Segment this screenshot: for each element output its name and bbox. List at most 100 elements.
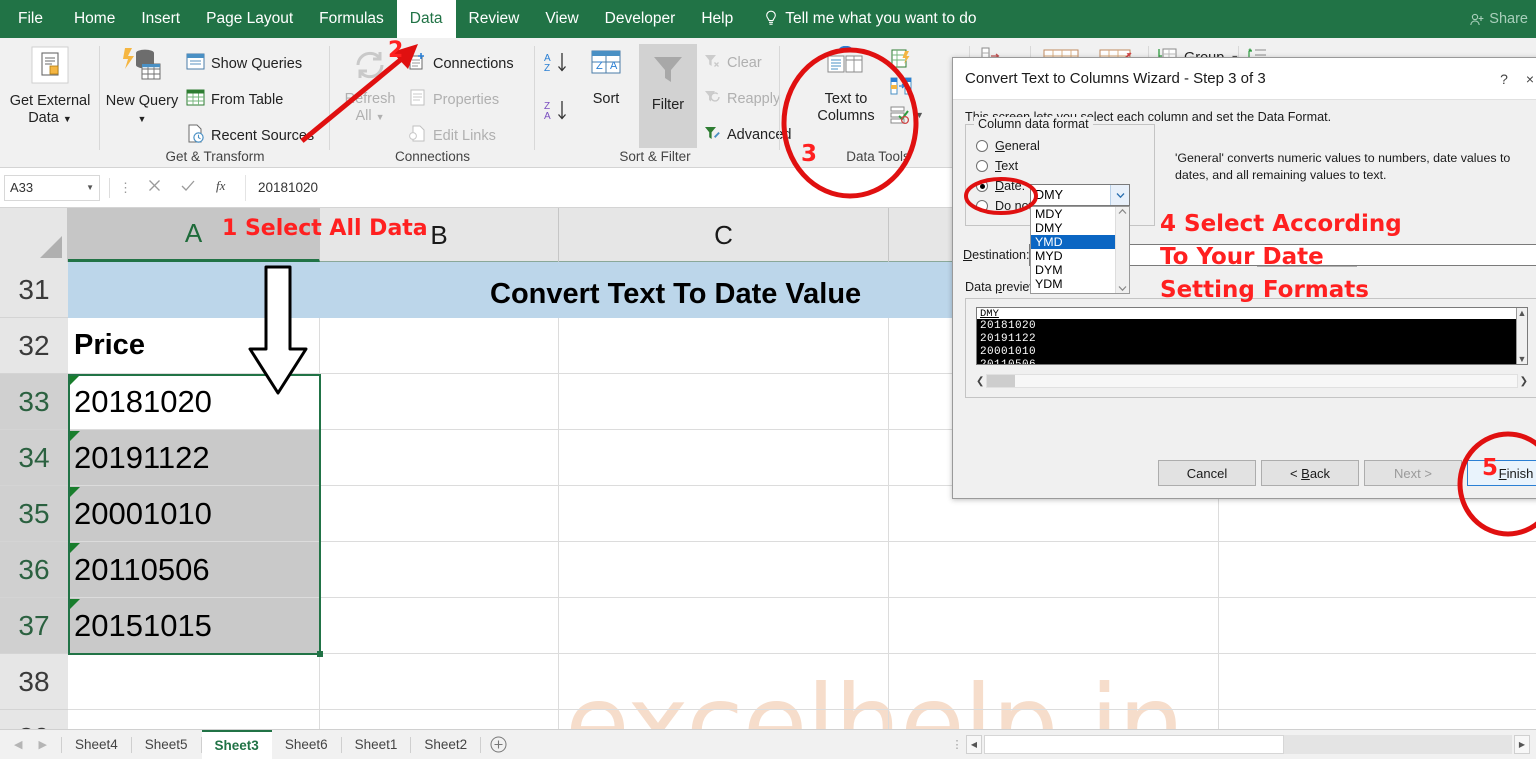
dropdown-option-ydm[interactable]: YDM: [1031, 277, 1115, 291]
preview-column-header[interactable]: DMY: [977, 308, 1527, 320]
cell-b33[interactable]: [320, 374, 559, 429]
row-header-34[interactable]: 34: [0, 430, 68, 486]
next-button[interactable]: Next >: [1364, 460, 1462, 486]
tab-view[interactable]: View: [532, 0, 591, 38]
cell-c33[interactable]: [559, 374, 889, 429]
sheet-tab-sheet2[interactable]: Sheet2: [411, 730, 480, 759]
name-box[interactable]: A33 ▼: [4, 174, 100, 201]
cell-a35[interactable]: 20001010: [68, 486, 320, 541]
clear-filter-button[interactable]: Clear: [703, 52, 762, 74]
cell-d38[interactable]: [889, 654, 1219, 709]
insert-function-icon[interactable]: fx: [215, 178, 231, 198]
cell-b34[interactable]: [320, 430, 559, 485]
cell-c32[interactable]: [559, 318, 889, 373]
tab-insert[interactable]: Insert: [128, 0, 193, 38]
hscroll-thumb[interactable]: [984, 735, 1284, 754]
recent-sources-button[interactable]: Recent Sources: [186, 124, 314, 147]
sheet-tab-sheet5[interactable]: Sheet5: [132, 730, 201, 759]
date-format-dropdown-list[interactable]: MDY DMY YMD MYD DYM YDM: [1030, 206, 1130, 294]
cancel-button[interactable]: Cancel: [1158, 460, 1256, 486]
tab-data[interactable]: Data: [396, 0, 456, 38]
cell-d36[interactable]: [889, 542, 1219, 597]
hscroll-track[interactable]: [984, 735, 1512, 754]
cell-a32[interactable]: Price: [68, 318, 320, 373]
cell-a37[interactable]: 20151015: [68, 598, 320, 653]
cell-b35[interactable]: [320, 486, 559, 541]
sheet-tab-sheet3[interactable]: Sheet3: [201, 729, 272, 759]
new-query-button[interactable]: New Query ▼: [104, 44, 180, 127]
cell-b32[interactable]: [320, 318, 559, 373]
connections-button[interactable]: Connections: [408, 52, 514, 75]
confirm-entry-icon[interactable]: [181, 179, 195, 197]
formula-bar-expand-dots[interactable]: ⋮: [119, 180, 134, 196]
dialog-help-button[interactable]: ?: [1491, 71, 1517, 87]
cell-c35[interactable]: [559, 486, 889, 541]
sheet-nav-arrows[interactable]: ◀ ▶: [0, 738, 61, 751]
cell-a39[interactable]: [68, 710, 320, 729]
dropdown-option-myd[interactable]: MYD: [1031, 249, 1115, 263]
row-header-31[interactable]: 31: [0, 262, 68, 318]
add-sheet-button[interactable]: [481, 736, 515, 753]
nav-next-icon[interactable]: ▶: [38, 738, 46, 751]
row-header-33[interactable]: 33: [0, 374, 68, 430]
edit-links-button[interactable]: Edit Links: [408, 124, 496, 147]
row-header-38[interactable]: 38: [0, 654, 68, 710]
scroll-left-button[interactable]: ◀: [966, 735, 982, 754]
back-button[interactable]: < Back: [1261, 460, 1359, 486]
preview-hscroll-track[interactable]: [986, 374, 1518, 388]
tell-me-box[interactable]: Tell me what you want to do: [746, 0, 977, 38]
sort-za-button[interactable]: Z A: [543, 98, 569, 129]
data-validation-button[interactable]: ▼: [890, 104, 924, 126]
cell-d39[interactable]: [889, 710, 1219, 729]
row-header-37[interactable]: 37: [0, 598, 68, 654]
cell-a38[interactable]: [68, 654, 320, 709]
data-preview-content[interactable]: DMY 20181020 20191122 20001010 20110506 …: [976, 307, 1528, 365]
radio-date[interactable]: Date:: [976, 179, 1025, 193]
row-header-39[interactable]: 39: [0, 710, 68, 729]
tab-formulas[interactable]: Formulas: [306, 0, 397, 38]
preview-horizontal-scrollbar[interactable]: ❮ ❯: [976, 373, 1528, 389]
dropdown-scrollbar[interactable]: [1115, 207, 1129, 293]
remove-duplicates-button[interactable]: [890, 76, 912, 103]
horizontal-scrollbar[interactable]: ⋮ ◀ ▶: [950, 734, 1530, 755]
cell-b36[interactable]: [320, 542, 559, 597]
dropdown-option-mdy[interactable]: MDY: [1031, 207, 1115, 221]
tab-page-layout[interactable]: Page Layout: [193, 0, 306, 38]
cancel-entry-icon[interactable]: [148, 179, 161, 197]
radio-general[interactable]: General: [976, 139, 1040, 153]
radio-text[interactable]: Text: [976, 159, 1018, 173]
selection-fill-handle[interactable]: [317, 651, 323, 657]
scroll-right-button[interactable]: ▶: [1514, 735, 1530, 754]
sheet-tab-sheet4[interactable]: Sheet4: [62, 730, 131, 759]
row-header-36[interactable]: 36: [0, 542, 68, 598]
preview-vertical-scrollbar[interactable]: ▲ ▼: [1516, 308, 1527, 364]
scroll-right-icon[interactable]: ❯: [1520, 376, 1528, 387]
get-external-data-button[interactable]: Get External Data ▼: [0, 44, 100, 127]
row-header-35[interactable]: 35: [0, 486, 68, 542]
dropdown-option-dmy[interactable]: DMY: [1031, 221, 1115, 235]
tab-developer[interactable]: Developer: [592, 0, 689, 38]
tab-help[interactable]: Help: [688, 0, 746, 38]
filter-button[interactable]: Filter: [639, 44, 697, 148]
cell-b38[interactable]: [320, 654, 559, 709]
sheet-tab-sheet6[interactable]: Sheet6: [272, 730, 341, 759]
properties-button[interactable]: Properties: [408, 88, 499, 111]
cell-c37[interactable]: [559, 598, 889, 653]
finish-button[interactable]: Finish: [1467, 460, 1536, 486]
cell-a33[interactable]: 20181020: [68, 374, 320, 429]
scroll-left-icon[interactable]: ❮: [976, 376, 984, 387]
cell-c34[interactable]: [559, 430, 889, 485]
cell-a34[interactable]: 20191122: [68, 430, 320, 485]
cell-b39[interactable]: [320, 710, 559, 729]
nav-prev-icon[interactable]: ◀: [14, 738, 22, 751]
cell-c36[interactable]: [559, 542, 889, 597]
tab-review[interactable]: Review: [456, 0, 533, 38]
preview-hscroll-thumb[interactable]: [987, 375, 1016, 387]
cell-d37[interactable]: [889, 598, 1219, 653]
sort-button[interactable]: Z A Sort: [577, 48, 635, 108]
cell-a36[interactable]: 20110506: [68, 542, 320, 597]
sheet-tab-sheet1[interactable]: Sheet1: [342, 730, 411, 759]
date-format-combo[interactable]: DMY: [1030, 184, 1130, 206]
tab-file[interactable]: File: [0, 0, 61, 38]
dropdown-option-ymd[interactable]: YMD: [1031, 235, 1115, 249]
